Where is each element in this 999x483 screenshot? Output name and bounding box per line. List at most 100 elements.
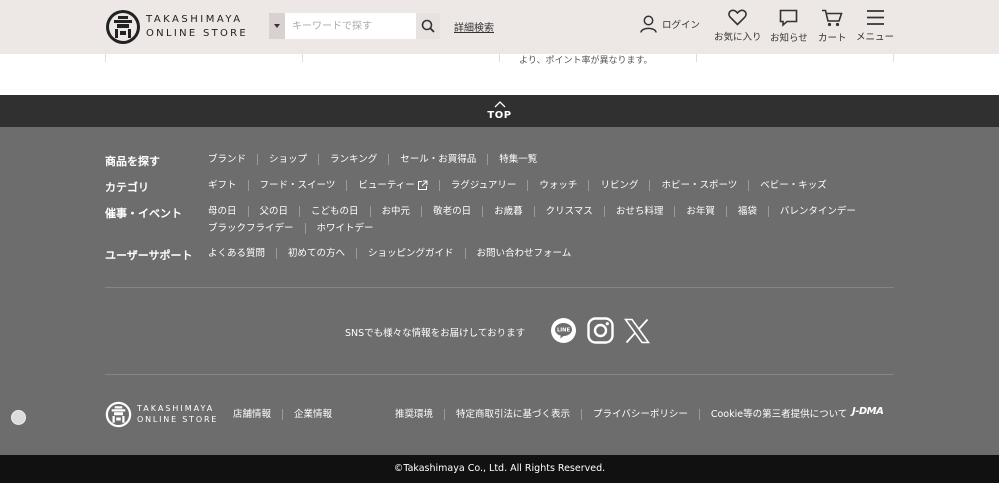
caret-down-icon [274, 24, 280, 28]
user-icon [640, 15, 657, 33]
section-title: ユーザーサポート [105, 249, 193, 262]
site-footer: 商品を探す ブランド ショップ ランキング セール・お買得品 特集一覧 カテゴリ… [0, 127, 999, 455]
chat-bubble-icon [780, 9, 798, 27]
search-input[interactable] [285, 13, 416, 39]
floating-chat-button[interactable] [11, 410, 26, 425]
section-title: カテゴリ [105, 181, 149, 194]
notifications-label: お知らせ [770, 33, 808, 44]
footer-link-sale[interactable]: セール・お買得品 [388, 154, 487, 165]
footer-link-oseibo[interactable]: お歳暮 [482, 206, 534, 217]
notifications-button[interactable]: お知らせ [770, 9, 808, 44]
line-icon[interactable]: LINE [550, 317, 577, 344]
site-header: TAKASHIMAYA ONLINE STORE 詳細検索 ログイン お気に入り… [0, 0, 999, 54]
detail-search-link[interactable]: 詳細検索 [454, 19, 494, 34]
footer-link-respect-aged-day[interactable]: 敬老の日 [421, 206, 482, 217]
footer-link-fukubukuro[interactable]: 福袋 [725, 206, 768, 217]
section-links: 母の日 父の日 こどもの日 お中元 敬老の日 お歳暮 クリスマス おせち料理 お… [208, 206, 898, 234]
footer-link-cookie[interactable]: Cookie等の第三者提供について [698, 409, 858, 420]
section-links: よくある質問 初めての方へ ショッピングガイド お問い合わせフォーム [208, 248, 898, 259]
column-divider [499, 54, 500, 62]
footer-link-childrens-day[interactable]: こどもの日 [299, 206, 370, 217]
footer-link-watch[interactable]: ウォッチ [527, 180, 588, 191]
column-divider [893, 54, 894, 62]
footer-link-tokushoho[interactable]: 特定商取引法に基づく表示 [444, 409, 581, 420]
section-title: 商品を探す [105, 155, 160, 168]
search-icon [421, 19, 435, 33]
menu-label: メニュー [856, 32, 895, 43]
login-label: ログイン [662, 20, 701, 31]
favorites-label: お気に入り [714, 32, 762, 43]
external-link-icon [417, 180, 428, 190]
column-divider [105, 54, 106, 62]
footer-link-fathers-day[interactable]: 父の日 [247, 206, 300, 217]
footer-divider [105, 287, 894, 288]
footer-link-contact-form[interactable]: お問い合わせフォーム [464, 248, 583, 259]
footer-link-food[interactable]: フード・スイーツ [247, 180, 347, 191]
content-strip: より、ポイント率が異なります。 [0, 54, 999, 95]
footer-link-white-day[interactable]: ホワイトデー [304, 223, 385, 234]
search-category-dropdown[interactable] [269, 13, 285, 39]
column-divider [302, 54, 303, 62]
logo-line2: ONLINE STORE [137, 415, 219, 424]
takashimaya-logo-icon [105, 401, 132, 428]
footer-link-gift[interactable]: ギフト [208, 180, 248, 191]
footer-link-ranking[interactable]: ランキング [318, 154, 388, 165]
footer-link-brand[interactable]: ブランド [208, 154, 257, 165]
chevron-up-icon [494, 101, 506, 108]
company-links: 店舗情報 企業情報 [233, 409, 343, 420]
column-divider [696, 54, 697, 62]
footer-link-luxury[interactable]: ラグジュアリー [438, 180, 528, 191]
section-title: 催事・イベント [105, 207, 182, 220]
point-rate-note: より、ポイント率が異なります。 [519, 56, 653, 66]
site-logo[interactable]: TAKASHIMAYA ONLINE STORE [105, 9, 248, 45]
section-links: ギフト フード・スイーツ ビューティー ラグジュアリー ウォッチ リビング ホビ… [208, 180, 898, 191]
footer-link-features[interactable]: 特集一覧 [487, 154, 548, 165]
sns-text: SNSでも様々な情報をお届けしております [345, 328, 526, 339]
top-label: TOP [487, 110, 512, 121]
cart-button[interactable]: カート [818, 9, 847, 44]
logo-line1: TAKASHIMAYA [146, 14, 243, 25]
x-twitter-icon[interactable] [624, 318, 650, 344]
sns-icons: LINE [550, 317, 650, 344]
copyright: ©Takashimaya Co., Ltd. All Rights Reserv… [0, 455, 999, 483]
favorites-button[interactable]: お気に入り [714, 9, 762, 43]
footer-link-living[interactable]: リビング [588, 180, 649, 191]
hamburger-menu-icon [866, 10, 884, 25]
line-icon-text: LINE [557, 328, 571, 334]
footer-link-mothers-day[interactable]: 母の日 [208, 206, 248, 217]
footer-link-first-time[interactable]: 初めての方へ [276, 248, 356, 259]
cart-label: カート [818, 33, 847, 44]
login-button[interactable]: ログイン [640, 15, 700, 33]
footer-link-baby[interactable]: ベビー・キッズ [748, 180, 838, 191]
heart-icon [728, 9, 748, 26]
takashimaya-logo-icon [106, 10, 140, 44]
footer-logo[interactable]: TAKASHIMAYA ONLINE STORE [105, 401, 218, 428]
cart-icon [822, 9, 843, 27]
footer-link-hobby[interactable]: ホビー・スポーツ [649, 180, 748, 191]
footer-link-black-friday[interactable]: ブラックフライデー [208, 223, 305, 234]
footer-divider [105, 374, 894, 375]
back-to-top-button[interactable]: TOP [0, 95, 999, 127]
footer-link-corporate-info[interactable]: 企業情報 [282, 409, 343, 420]
beauty-label: ビューティー [358, 180, 415, 191]
instagram-icon[interactable] [587, 317, 614, 344]
footer-link-ochugen[interactable]: お中元 [369, 206, 422, 217]
search-button[interactable] [416, 13, 440, 39]
footer-link-beauty[interactable]: ビューティー [346, 180, 438, 191]
footer-link-valentine[interactable]: バレンタインデー [767, 206, 867, 217]
footer-link-privacy[interactable]: プライバシーポリシー [581, 409, 699, 420]
search-bar [269, 13, 440, 39]
logo-line2: ONLINE STORE [146, 28, 249, 39]
section-links: ブランド ショップ ランキング セール・お買得品 特集一覧 [208, 154, 898, 165]
jdma-logo: J-DMA [852, 406, 884, 417]
footer-link-new-year-gift[interactable]: お年賀 [674, 206, 726, 217]
footer-link-shop[interactable]: ショップ [257, 154, 318, 165]
footer-link-store-info[interactable]: 店舗情報 [233, 409, 282, 420]
footer-link-christmas[interactable]: クリスマス [533, 206, 604, 217]
footer-link-recommended-env[interactable]: 推奨環境 [395, 409, 444, 420]
policy-links: 推奨環境 特定商取引法に基づく表示 プライバシーポリシー Cookie等の第三者… [395, 409, 858, 420]
footer-link-faq[interactable]: よくある質問 [208, 248, 276, 259]
menu-button[interactable]: メニュー [856, 9, 894, 43]
footer-link-osechi[interactable]: おせち料理 [603, 206, 675, 217]
footer-link-shopping-guide[interactable]: ショッピングガイド [356, 248, 465, 259]
